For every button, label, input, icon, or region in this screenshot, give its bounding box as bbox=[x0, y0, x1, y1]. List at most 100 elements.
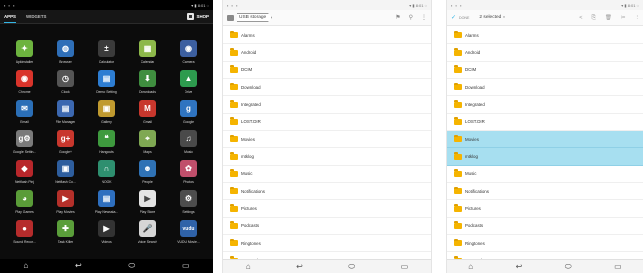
tab-apps[interactable]: APPS bbox=[4, 11, 16, 23]
app-shortcut[interactable]: ☻ People bbox=[127, 160, 168, 190]
folder-row[interactable]: mtklog bbox=[447, 148, 643, 166]
app-shortcut[interactable]: ◍ Browser bbox=[45, 40, 86, 70]
app-shortcut[interactable]: ✚ Task Killer bbox=[45, 220, 86, 250]
share-icon[interactable]: < bbox=[579, 14, 582, 22]
folder-row[interactable]: DCIM bbox=[223, 62, 431, 80]
navigation-bar: ⌂ ↩ ⬭ ▭ bbox=[0, 259, 213, 273]
folder-icon bbox=[454, 152, 462, 160]
app-shortcut[interactable]: ▤ File Manager bbox=[45, 100, 86, 130]
folder-row[interactable]: DCIM bbox=[447, 62, 643, 80]
app-shortcut[interactable]: g⚙ Google Settin... bbox=[4, 130, 45, 160]
app-shortcut[interactable]: vudu VUDU Movie... bbox=[168, 220, 209, 250]
app-shortcut[interactable]: ▤ Play Newssta... bbox=[86, 190, 127, 220]
select-icon[interactable]: ⚑ bbox=[395, 14, 400, 22]
shop-button[interactable]: SHOP bbox=[186, 13, 209, 20]
folder-row[interactable]: Pictures bbox=[223, 200, 431, 218]
recents-icon[interactable]: ▭ bbox=[401, 262, 409, 271]
selected-count-dropdown[interactable]: 2 selected ▾ bbox=[479, 15, 504, 20]
app-shortcut[interactable]: ▶ Play Store bbox=[127, 190, 168, 220]
done-label[interactable]: DONE bbox=[459, 16, 469, 20]
app-shortcut[interactable]: ∩ NOOK bbox=[86, 160, 127, 190]
recents-icon[interactable]: ▭ bbox=[614, 262, 622, 271]
folder-row[interactable]: Alarms bbox=[223, 27, 431, 45]
copy-icon[interactable]: ⎘ bbox=[592, 14, 596, 22]
folder-icon bbox=[230, 204, 238, 212]
app-shortcut[interactable]: ⌖ Maps bbox=[127, 130, 168, 160]
play-store-icon: ▶ bbox=[139, 190, 156, 207]
app-shortcut[interactable]: ▤ Demo Setting bbox=[86, 70, 127, 100]
folder-row[interactable]: Podcasts bbox=[447, 218, 643, 236]
app-shortcut[interactable]: ● Sound Recor... bbox=[4, 220, 45, 250]
storage-icon[interactable] bbox=[227, 14, 234, 21]
folder-row[interactable]: Music bbox=[447, 166, 643, 184]
app-shortcut[interactable]: g+ Google+ bbox=[45, 130, 86, 160]
search-icon[interactable]: ⚲ bbox=[409, 14, 413, 22]
app-shortcut[interactable]: ▣ Gallery bbox=[86, 100, 127, 130]
app-shortcut[interactable]: ◉ Chrome bbox=[4, 70, 45, 100]
app-shortcut[interactable]: ▣ Netflash Co... bbox=[45, 160, 86, 190]
overflow-menu-icon[interactable]: ⋮ bbox=[635, 14, 641, 22]
app-label: Demo Setting bbox=[96, 90, 117, 94]
app-shortcut[interactable]: ◉ Camera bbox=[168, 40, 209, 70]
home-icon[interactable]: ⬭ bbox=[565, 262, 572, 271]
folder-row[interactable]: Android bbox=[447, 44, 643, 62]
app-shortcut[interactable]: ✿ Photos bbox=[168, 160, 209, 190]
notification-icon: ▪ bbox=[455, 2, 457, 8]
folder-row[interactable]: Podcasts bbox=[223, 218, 431, 236]
folder-row[interactable]: Notifications bbox=[447, 183, 643, 201]
app-shortcut[interactable]: g Google bbox=[168, 100, 209, 130]
app-shortcut[interactable]: ◕ Play Games bbox=[4, 190, 45, 220]
home-outline-icon[interactable]: ⌂ bbox=[23, 262, 28, 270]
app-shortcut[interactable]: ✉ Email bbox=[4, 100, 45, 130]
app-shortcut[interactable]: ✦ Apkinstaller bbox=[4, 40, 45, 70]
tab-widgets[interactable]: WIDGETS bbox=[26, 11, 47, 22]
app-shortcut[interactable]: ⬇ Downloads bbox=[127, 70, 168, 100]
app-shortcut[interactable]: ◆ Netflash Pinj bbox=[4, 160, 45, 190]
folder-row[interactable]: Download bbox=[223, 79, 431, 97]
file-manager-icon: ▤ bbox=[57, 100, 74, 117]
home-icon[interactable]: ⬭ bbox=[128, 262, 135, 270]
back-icon[interactable]: ↩ bbox=[75, 262, 82, 270]
folder-row[interactable]: Music bbox=[223, 166, 431, 184]
app-shortcut[interactable]: ◷ Clock bbox=[45, 70, 86, 100]
recents-icon[interactable]: ▭ bbox=[182, 262, 190, 270]
folder-row[interactable]: LOST.DIR bbox=[447, 114, 643, 132]
app-shortcut[interactable]: ▲ Drive bbox=[168, 70, 209, 100]
folder-row[interactable]: LOST.DIR bbox=[223, 114, 431, 132]
back-icon[interactable]: ↩ bbox=[516, 262, 523, 271]
app-shortcut[interactable]: ⚙ Settings bbox=[168, 190, 209, 220]
done-check-icon[interactable]: ✓ bbox=[451, 14, 456, 21]
folder-row[interactable]: Android bbox=[223, 44, 431, 62]
maps-icon: ⌖ bbox=[139, 130, 156, 147]
app-shortcut[interactable]: ± Calculator bbox=[86, 40, 127, 70]
app-shortcut[interactable]: ▦ Calendar bbox=[127, 40, 168, 70]
folder-row[interactable]: Download bbox=[447, 79, 643, 97]
home-outline-icon[interactable]: ⌂ bbox=[246, 262, 251, 271]
folder-row[interactable]: Movies bbox=[447, 131, 643, 149]
overflow-menu-icon[interactable]: ⋮ bbox=[421, 14, 427, 22]
app-shortcut[interactable]: ♫ Music bbox=[168, 130, 209, 160]
delete-icon[interactable]: 🗑 bbox=[605, 14, 612, 22]
app-shortcut[interactable]: M Gmail bbox=[127, 100, 168, 130]
folder-row[interactable]: mtklog bbox=[223, 148, 431, 166]
folder-row[interactable]: Integrated bbox=[447, 96, 643, 114]
folder-row[interactable]: Pictures bbox=[447, 200, 643, 218]
folder-row[interactable]: Integrated bbox=[223, 96, 431, 114]
back-icon[interactable]: ↩ bbox=[296, 262, 303, 271]
home-icon[interactable]: ⬭ bbox=[348, 262, 355, 271]
folder-row[interactable]: Ringtones bbox=[223, 235, 431, 253]
email-icon: ✉ bbox=[16, 100, 33, 117]
file-browser-screen: ▪ ▪ ▪ ▾ ▮ 8:01 ◌ USB storage ⚑ ⚲ ⋮ Alarms A… bbox=[222, 0, 432, 273]
folder-row[interactable]: Movies bbox=[223, 131, 431, 149]
app-shortcut[interactable]: ▶ Videos bbox=[86, 220, 127, 250]
breadcrumb[interactable]: USB storage bbox=[237, 13, 273, 22]
downloads-icon: ⬇ bbox=[139, 70, 156, 87]
cut-icon[interactable]: ✂ bbox=[621, 14, 626, 22]
app-shortcut[interactable]: ▶ Play Movies bbox=[45, 190, 86, 220]
app-shortcut[interactable]: ❝ Hangouts bbox=[86, 130, 127, 160]
folder-row[interactable]: Alarms bbox=[447, 27, 643, 45]
folder-row[interactable]: Notifications bbox=[223, 183, 431, 201]
app-shortcut[interactable]: 🎤 Voice Search bbox=[127, 220, 168, 250]
folder-row[interactable]: Ringtones bbox=[447, 235, 643, 253]
home-outline-icon[interactable]: ⌂ bbox=[468, 262, 473, 271]
